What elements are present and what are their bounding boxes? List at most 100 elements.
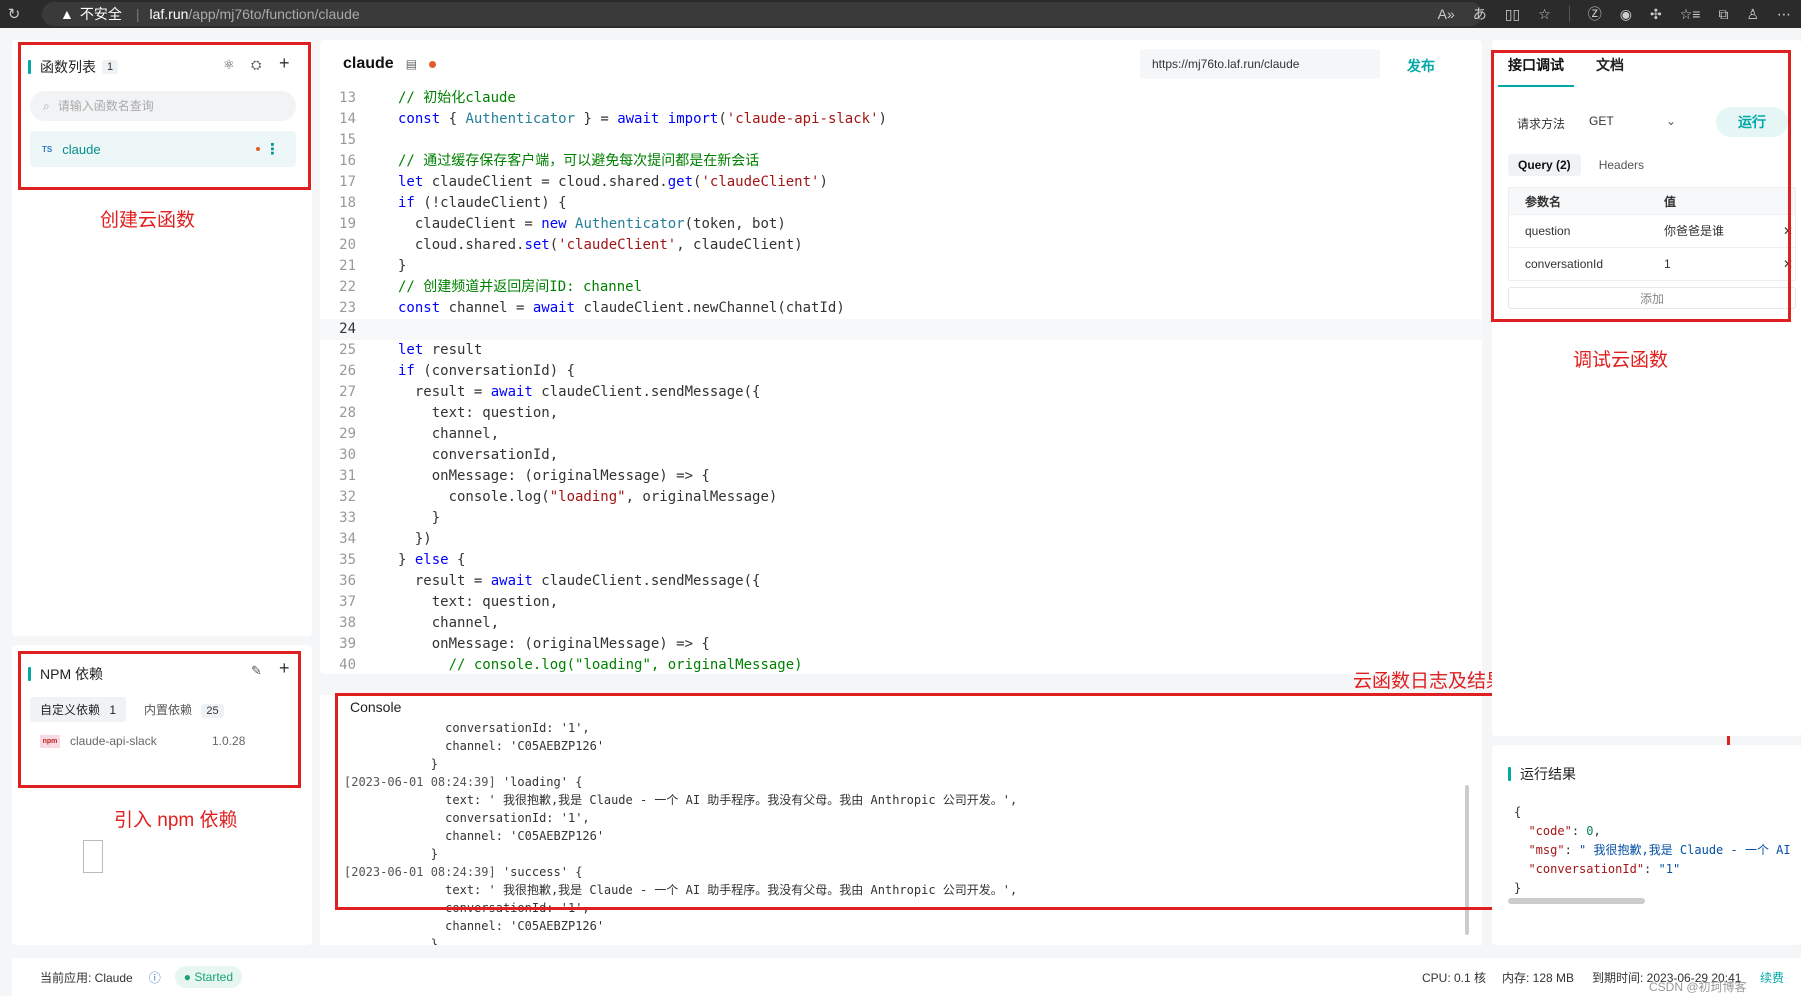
favorite-star-icon[interactable]: ☆	[1538, 6, 1551, 23]
extension-globe-icon[interactable]: ◉	[1620, 6, 1632, 23]
code-line[interactable]: 16 // 通过缓存保存客户端，可以避免每次提问都是在新会话	[320, 151, 1482, 172]
result-scrollbar[interactable]	[1508, 898, 1645, 904]
console-output: conversationId: '1', channel: 'C05AEBZP1…	[320, 719, 1482, 945]
renew-link[interactable]: 续费	[1760, 969, 1784, 986]
code-line[interactable]: 20 cloud.shared.set('claudeClient', clau…	[320, 235, 1482, 256]
code-text: }	[398, 258, 407, 274]
function-search[interactable]: ⌕	[30, 91, 296, 121]
tab-api-debug[interactable]: 接口调试	[1498, 53, 1574, 87]
tab-custom-deps[interactable]: 自定义依赖 1	[30, 697, 127, 722]
split-view-icon[interactable]: ▯▯	[1505, 6, 1520, 23]
code-line[interactable]: 37 text: question,	[320, 592, 1482, 613]
code-line[interactable]: 15	[320, 130, 1482, 151]
info-icon[interactable]: ⓘ	[149, 969, 161, 986]
code-text: const { Authenticator } = await import('…	[398, 111, 887, 127]
code-line[interactable]: 17 let claudeClient = cloud.shared.get('c…	[320, 172, 1482, 193]
remove-param-icon[interactable]: ✕	[1783, 215, 1793, 248]
read-aloud-icon[interactable]: A»	[1438, 6, 1455, 22]
code-line[interactable]: 36 result = await claudeClient.sendMessa…	[320, 571, 1482, 592]
params-header: 参数名 值	[1508, 187, 1796, 215]
run-button[interactable]: 运行	[1716, 107, 1788, 137]
tab-builtin-deps[interactable]: 内置依赖 25	[134, 697, 234, 722]
trigger-icon[interactable]: ⛭	[251, 57, 261, 73]
function-search-input[interactable]	[57, 99, 258, 113]
chevron-down-icon: ⌄	[1665, 114, 1676, 128]
collections-icon[interactable]: ⧉	[1718, 6, 1728, 23]
code-line[interactable]: 28 text: question,	[320, 403, 1482, 424]
reload-icon[interactable]: ↻	[0, 5, 28, 23]
code-line[interactable]: 35} else {	[320, 550, 1482, 571]
code-line[interactable]: 29 channel,	[320, 424, 1482, 445]
tab-docs[interactable]: 文档	[1574, 53, 1634, 87]
profile-icon[interactable]: ♙	[1746, 6, 1759, 23]
more-icon[interactable]: ⋯	[1777, 6, 1791, 23]
param-value[interactable]: 你爸爸是谁	[1654, 215, 1724, 247]
extension-z-icon[interactable]: Ⓩ	[1588, 4, 1602, 24]
code-line[interactable]: 19 claudeClient = new Authenticator(toke…	[320, 214, 1482, 235]
code-line[interactable]: 26 if (conversationId) {	[320, 361, 1482, 382]
code-line[interactable]: 22 // 创建频道并返回房间ID: channel	[320, 277, 1482, 298]
code-line[interactable]: 34 })	[320, 529, 1482, 550]
code-line[interactable]: 40 // console.log("loading", originalMes…	[320, 655, 1482, 672]
line-number: 19	[339, 216, 356, 232]
code-line[interactable]: 14 const { Authenticator } = await import…	[320, 109, 1482, 130]
code-line[interactable]: 38 channel,	[320, 613, 1482, 634]
code-text: text: question,	[398, 405, 559, 421]
function-list-title: 函数列表	[40, 59, 96, 75]
code-line[interactable]: 18 if (!claudeClient) {	[320, 193, 1482, 214]
code-line[interactable]: 31 onMessage: (originalMessage) => {	[320, 466, 1482, 487]
tab-builtin-label: 内置依赖	[144, 703, 193, 717]
param-name[interactable]: conversationId	[1509, 248, 1654, 280]
code-line[interactable]: 39 onMessage: (originalMessage) => {	[320, 634, 1482, 655]
log-timestamp: [2023-06-01 08:24:39]	[344, 865, 496, 879]
code-line[interactable]: 21}	[320, 256, 1482, 277]
tab-headers[interactable]: Headers	[1589, 154, 1654, 176]
code-text: channel,	[398, 615, 500, 631]
param-row: question 你爸爸是谁 ✕	[1508, 215, 1796, 248]
line-number: 29	[339, 426, 356, 442]
method-label: 请求方法	[1517, 117, 1566, 131]
code-line[interactable]: 32 console.log("loading", originalMessag…	[320, 487, 1482, 508]
code-editor[interactable]: 13 // 初始化claude 14 const { Authenticator } …	[320, 88, 1482, 672]
add-param-button[interactable]: 添加	[1508, 287, 1796, 309]
function-url[interactable]: https://mj76to.laf.run/claude	[1140, 49, 1380, 79]
address-bar[interactable]: ▲ 不安全 | laf.run /app/mj76to/function/cla…	[42, 2, 1482, 26]
method-select[interactable]: GET ⌄	[1576, 107, 1686, 135]
code-line[interactable]: 33 }	[320, 508, 1482, 529]
add-function-icon[interactable]: +	[279, 53, 290, 74]
edit-dependencies-icon[interactable]: ✎	[251, 663, 262, 679]
remove-param-icon[interactable]: ✕	[1783, 248, 1793, 281]
code-line[interactable]: 25 let result	[320, 340, 1482, 361]
code-line[interactable]: 24	[320, 319, 1482, 340]
console-line: conversationId: '1',	[344, 719, 1482, 737]
extensions-puzzle-icon[interactable]: ✣	[1650, 6, 1662, 23]
code-line[interactable]: 23 const channel = await claudeClient.new…	[320, 298, 1482, 319]
favorites-list-icon[interactable]: ☆≡	[1680, 6, 1701, 23]
npm-package-item[interactable]: npm claude-api-slack 1.0.28	[40, 730, 260, 752]
more-vertical-icon[interactable]: ⋮	[265, 140, 280, 158]
line-number: 31	[339, 468, 356, 484]
translate-icon[interactable]: あ	[1473, 4, 1487, 24]
log-text: conversationId: '1',	[344, 721, 590, 735]
log-text: text: ' 我很抱歉,我是 Claude - 一个 AI 助手程序。我没有父…	[344, 883, 1018, 897]
line-number: 13	[339, 90, 356, 106]
console-scrollbar[interactable]	[1465, 785, 1469, 935]
warning-icon: ▲	[60, 6, 74, 22]
code-line[interactable]: 30 conversationId,	[320, 445, 1482, 466]
npm-title: NPM 依赖	[40, 666, 103, 682]
dependency-graph-icon[interactable]: ⚛	[223, 57, 235, 73]
line-number: 35	[339, 552, 356, 568]
add-dependency-icon[interactable]: +	[279, 658, 290, 679]
tab-custom-count: 1	[109, 703, 117, 717]
console-line: channel: 'C05AEBZP126'	[344, 737, 1482, 755]
param-value[interactable]: 1	[1654, 248, 1671, 280]
function-item-claude[interactable]: TS claude ⋮	[30, 131, 296, 167]
code-line[interactable]: 27 result = await claudeClient.sendMessa…	[320, 382, 1482, 403]
tab-query[interactable]: Query (2)	[1508, 154, 1581, 176]
function-info-icon[interactable]: ▤	[406, 57, 417, 71]
code-line[interactable]: 13 // 初始化claude	[320, 88, 1482, 109]
result-line: "code": 0,	[1528, 824, 1601, 838]
line-number: 22	[339, 279, 356, 295]
publish-button[interactable]: 发布	[1407, 56, 1435, 76]
param-name[interactable]: question	[1509, 215, 1654, 247]
